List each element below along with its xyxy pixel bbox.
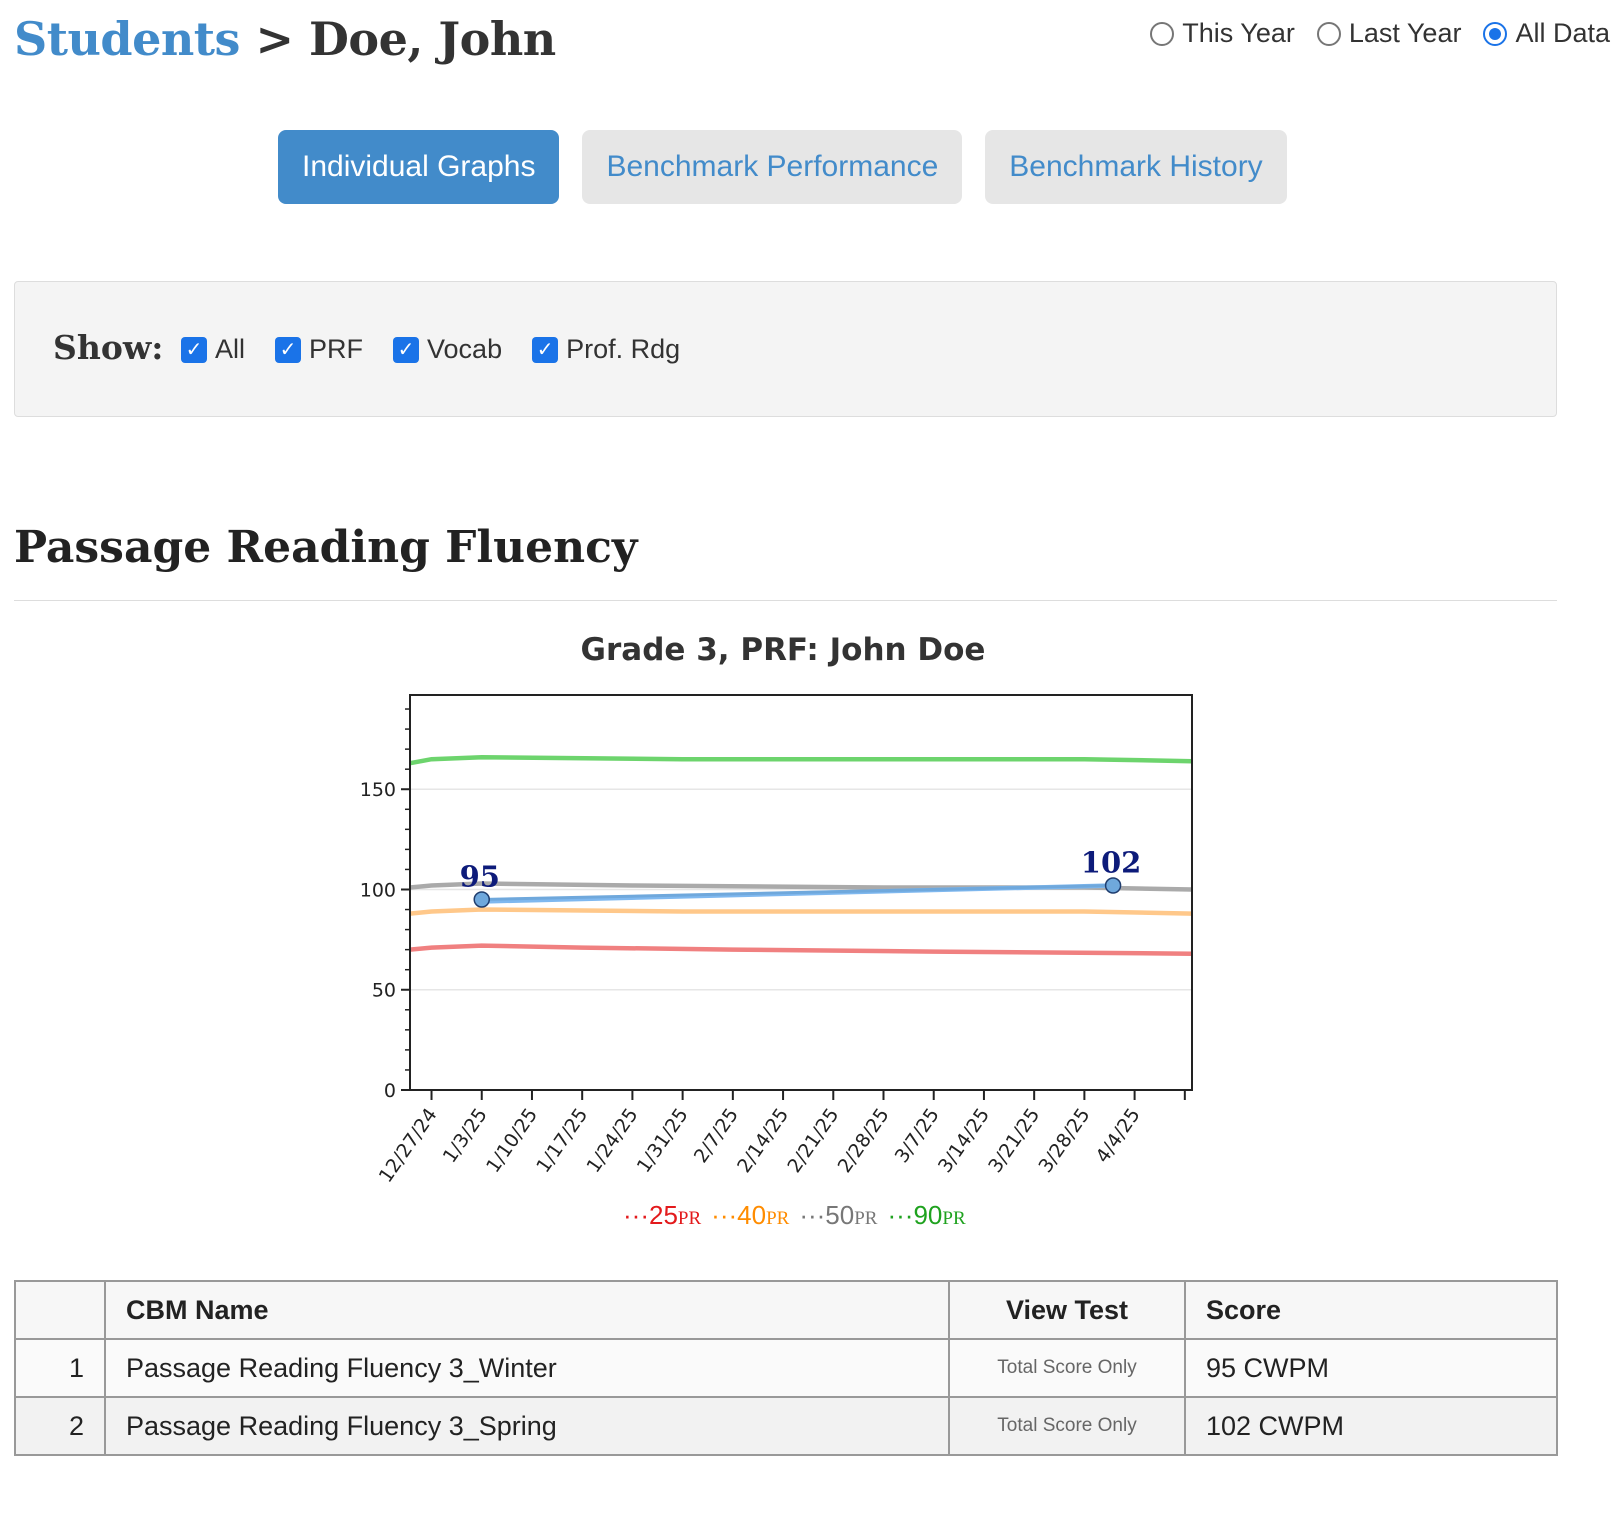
section-divider — [14, 600, 1557, 601]
legend-suffix: PR — [942, 1208, 966, 1229]
legend-marker: ··· — [623, 1200, 649, 1230]
x-tick-label: 1/3/25 — [439, 1104, 492, 1167]
row-view-test: Total Score Only — [948, 1396, 1186, 1456]
filter-panel: Show: ✓ All ✓ PRF ✓ Vocab ✓ Prof. Rdg — [14, 281, 1557, 417]
checkbox-prof-rdg[interactable]: ✓ Prof. Rdg — [532, 334, 680, 365]
radio-circle[interactable] — [1150, 21, 1175, 46]
chart-legend: ···25PR ···40PR ···50PR ···90PR — [623, 1200, 966, 1231]
checkbox-label: All — [215, 334, 246, 364]
series-line-40pr — [409, 907, 1193, 916]
tab-individual-graphs[interactable]: Individual Graphs — [278, 130, 560, 204]
header-cbm-name: CBM Name — [104, 1280, 950, 1340]
legend-value: 50 — [825, 1200, 855, 1230]
legend-item-25pr: ···25PR — [623, 1200, 701, 1231]
radio-label: This Year — [1182, 18, 1295, 48]
score-label: 95 — [460, 860, 500, 894]
y-tick-label: 50 — [372, 980, 396, 1002]
score-point — [473, 891, 490, 908]
x-tick-label: 2/28/25 — [834, 1104, 894, 1177]
checkbox-label: Vocab — [427, 334, 503, 364]
checkmark-icon[interactable]: ✓ — [181, 336, 207, 363]
score-point — [1104, 877, 1122, 894]
table-header-row: CBM Name View Test Score — [14, 1280, 1558, 1340]
row-cbm-name: Passage Reading Fluency 3_Winter — [104, 1338, 950, 1398]
radio-label: Last Year — [1348, 18, 1462, 48]
x-tick-label: 1/31/25 — [633, 1104, 693, 1177]
score-label: 102 — [1081, 845, 1142, 879]
row-cbm-name: Passage Reading Fluency 3_Spring — [104, 1396, 950, 1456]
chart-title: Grade 3, PRF: John Doe — [581, 632, 986, 668]
view-tabs: Individual Graphs Benchmark Performance … — [278, 130, 1287, 204]
checkbox-vocab[interactable]: ✓ Vocab — [393, 334, 502, 365]
radio-this-year[interactable]: This Year — [1150, 18, 1295, 49]
table-row: 1 Passage Reading Fluency 3_Winter Total… — [14, 1338, 1558, 1398]
header-score: Score — [1184, 1280, 1558, 1340]
legend-suffix: PR — [677, 1208, 702, 1229]
radio-label: All Data — [1515, 18, 1610, 48]
row-index: 1 — [14, 1338, 106, 1398]
x-tick-label: 12/27/24 — [375, 1104, 442, 1187]
y-tick-label: 150 — [360, 779, 396, 801]
row-score: 102 CWPM — [1184, 1396, 1558, 1456]
checkmark-icon[interactable]: ✓ — [393, 336, 420, 363]
x-tick-label: 3/28/25 — [1034, 1104, 1094, 1177]
legend-item-40pr: ···40PR — [711, 1200, 789, 1231]
legend-value: 90 — [913, 1200, 943, 1230]
tab-benchmark-performance[interactable]: Benchmark Performance — [582, 130, 963, 204]
table-row: 2 Passage Reading Fluency 3_Spring Total… — [14, 1396, 1558, 1456]
legend-value: 40 — [737, 1200, 767, 1230]
checkbox-label: PRF — [309, 334, 364, 364]
show-label: Show: — [53, 328, 164, 367]
checkbox-prf[interactable]: ✓ PRF — [275, 334, 363, 365]
legend-marker: ··· — [711, 1200, 738, 1230]
radio-circle[interactable] — [1483, 21, 1508, 46]
cbm-results-table: CBM Name View Test Score 1 Passage Readi… — [14, 1280, 1558, 1456]
row-view-test: Total Score Only — [948, 1338, 1186, 1398]
radio-all-data[interactable]: All Data — [1483, 18, 1610, 49]
legend-value: 25 — [648, 1200, 678, 1230]
breadcrumb-separator: > — [255, 12, 294, 66]
radio-last-year[interactable]: Last Year — [1316, 18, 1462, 49]
legend-item-50pr: ···50PR — [799, 1200, 877, 1231]
breadcrumb-current-student: Doe, John — [309, 12, 556, 66]
legend-marker: ··· — [799, 1200, 826, 1230]
section-title: Passage Reading Fluency — [14, 522, 638, 573]
prf-chart: Grade 3, PRF: John Doe 0 50 100 150 95 102 12/2… — [360, 632, 1193, 1187]
series-line-25pr — [409, 943, 1193, 956]
legend-marker: ··· — [887, 1200, 914, 1230]
breadcrumb-students-link[interactable]: Students — [14, 12, 240, 66]
x-tick-label: 2/7/25 — [690, 1104, 743, 1167]
checkbox-all[interactable]: ✓ All — [181, 334, 245, 365]
radio-circle[interactable] — [1316, 21, 1341, 46]
row-score: 95 CWPM — [1184, 1338, 1558, 1398]
header-index — [14, 1280, 106, 1340]
date-range-selector: This Year Last Year All Data — [1150, 18, 1610, 49]
breadcrumb: Students > Doe, John — [14, 12, 556, 66]
header-view-test: View Test — [948, 1280, 1186, 1340]
row-index: 2 — [14, 1396, 106, 1456]
x-tick-label: 4/4/25 — [1092, 1104, 1145, 1167]
x-tick-label: 3/7/25 — [891, 1104, 944, 1167]
checkbox-label: Prof. Rdg — [566, 334, 681, 364]
y-tick-label: 100 — [360, 879, 396, 901]
tab-benchmark-history[interactable]: Benchmark History — [985, 130, 1287, 204]
legend-suffix: PR — [766, 1208, 790, 1229]
legend-suffix: PR — [854, 1208, 878, 1229]
legend-item-90pr: ···90PR — [887, 1200, 965, 1231]
series-line-90pr — [409, 754, 1193, 766]
y-tick-label: 0 — [384, 1080, 396, 1102]
checkmark-icon[interactable]: ✓ — [532, 336, 559, 363]
checkmark-icon[interactable]: ✓ — [275, 336, 302, 363]
